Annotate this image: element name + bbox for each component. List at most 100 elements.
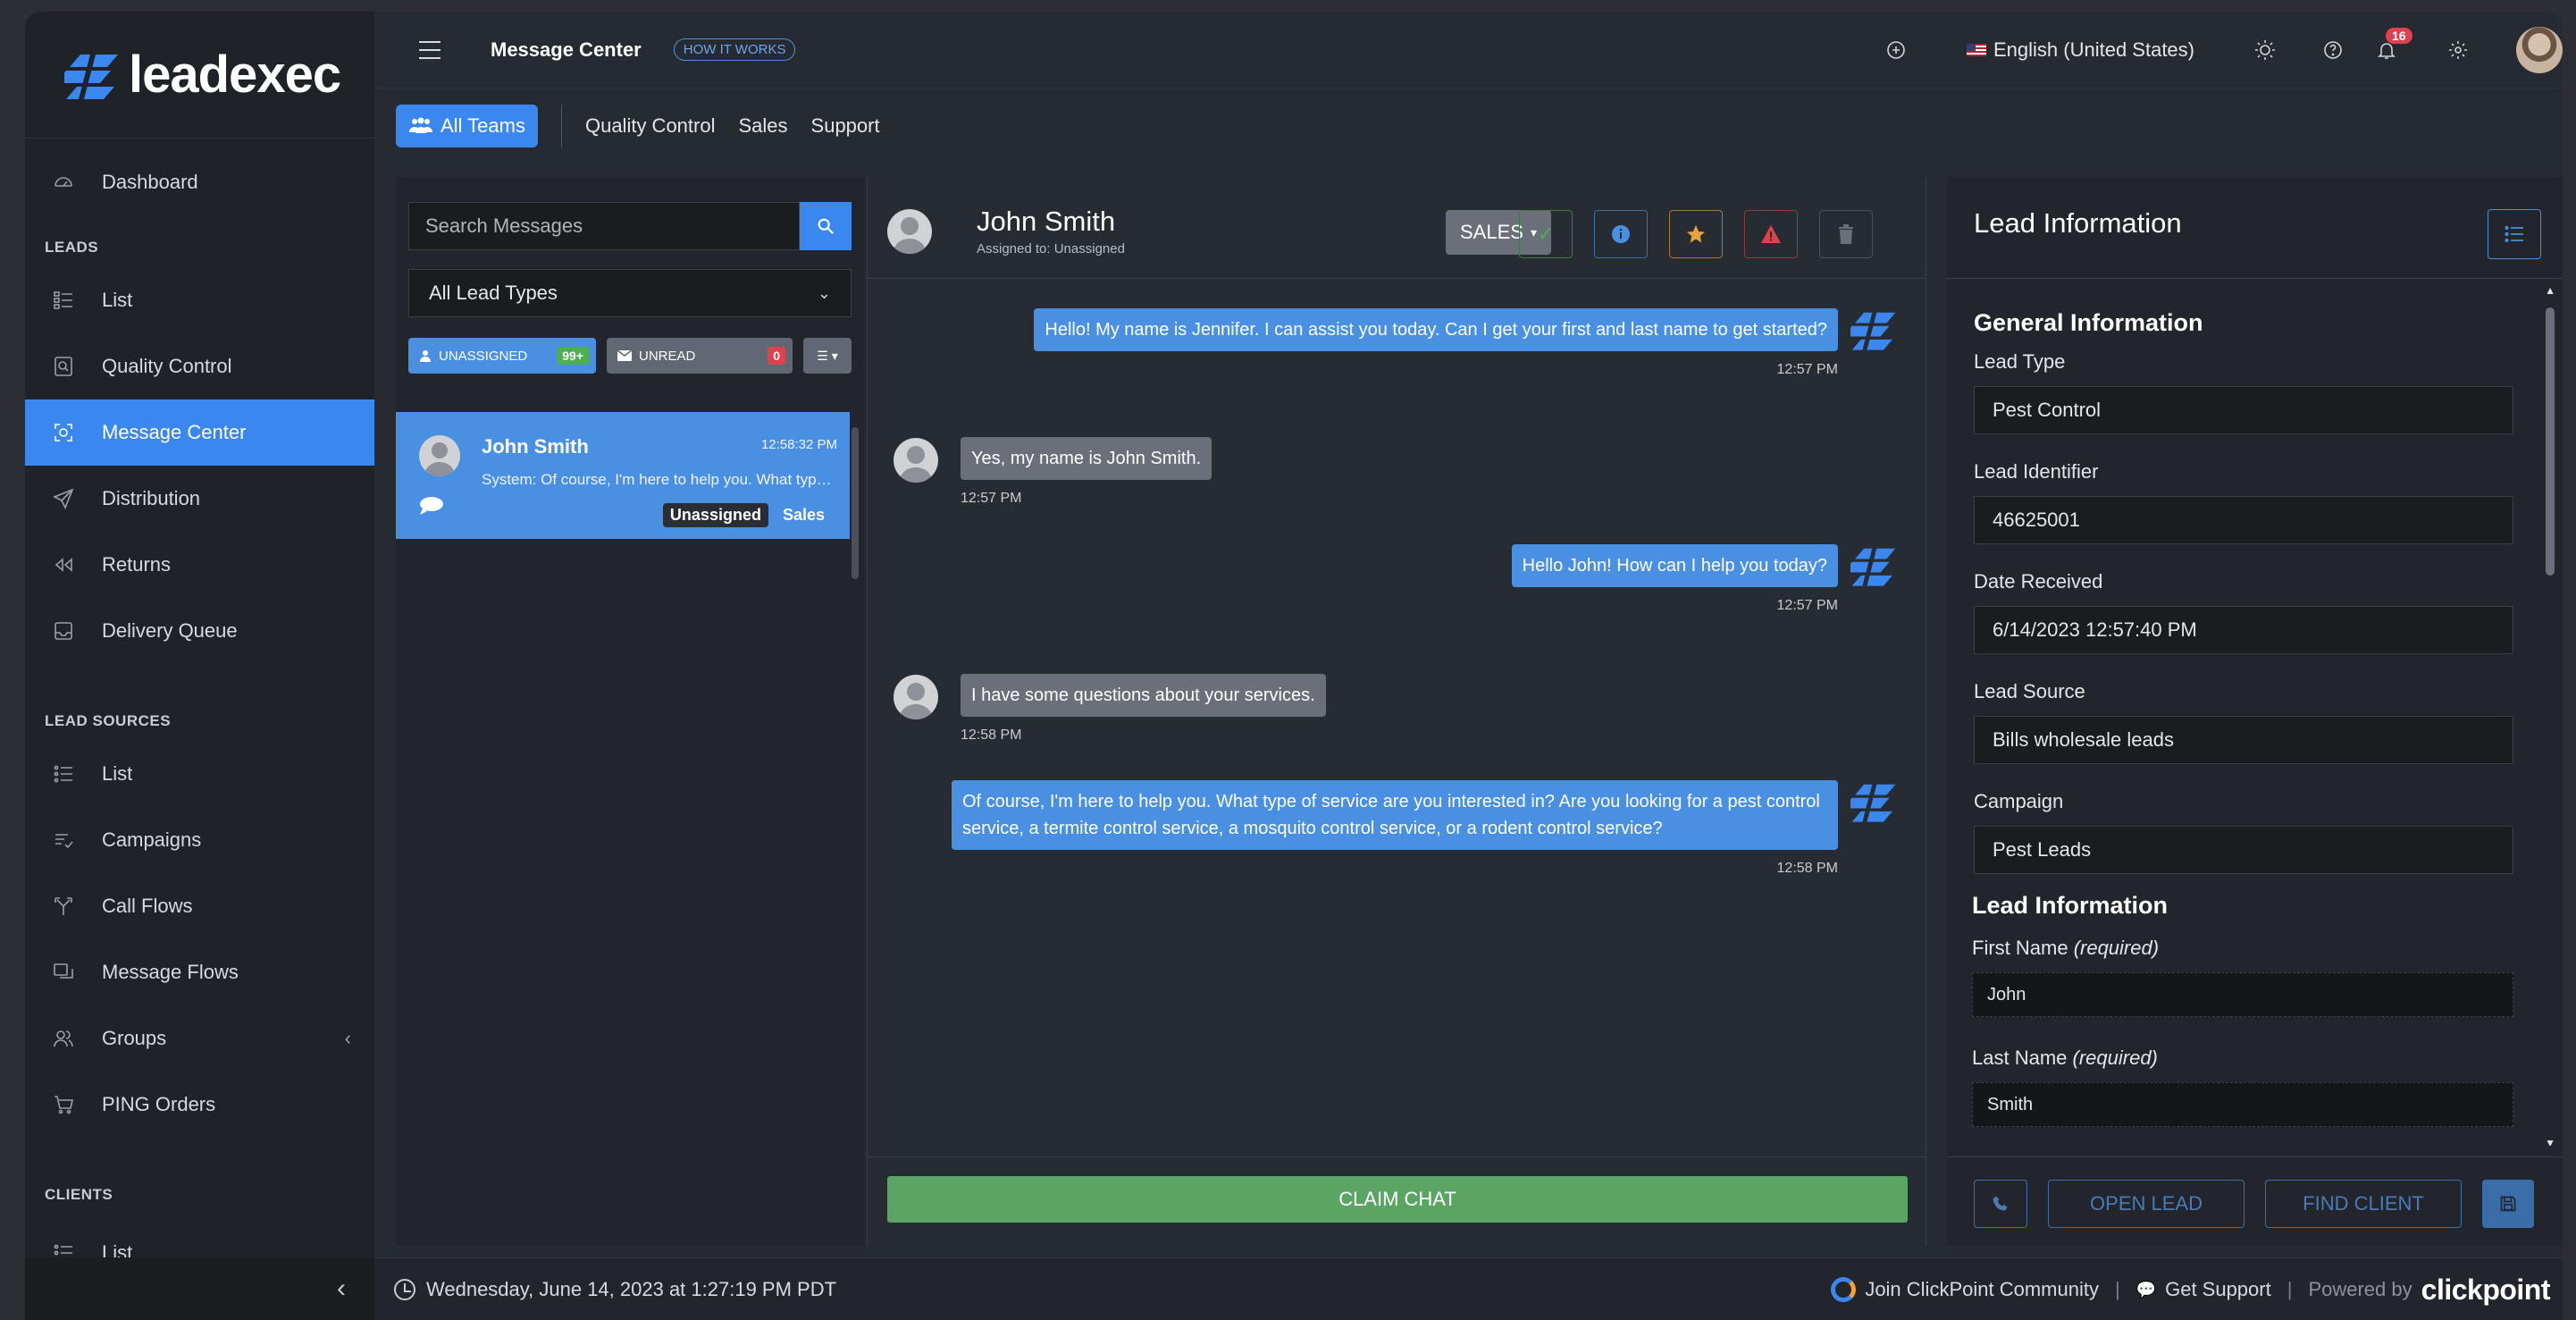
lead-info-footer: OPEN LEAD FIND CLIENT [1947,1156,2563,1246]
tab-quality-control[interactable]: Quality Control [585,114,716,138]
contact-avatar [894,438,938,483]
language-selector[interactable]: English (United States) [1967,38,2194,62]
date-received-field[interactable]: 6/14/2023 12:57:40 PM [1974,606,2513,654]
add-circle-icon[interactable] [1883,37,1909,63]
claim-chat-button[interactable]: CLAIM CHAT [887,1176,1908,1223]
last-name-label: Last Name [1972,1047,2068,1069]
get-support-link[interactable]: Get Support [2165,1278,2271,1301]
send-icon [52,487,75,510]
sidebar-item-label: Dashboard [102,171,198,193]
conversation-item[interactable]: John Smith 12:58:32 PM System: Of course… [396,412,850,539]
community-icon [1831,1277,1857,1302]
lead-details-list-button[interactable] [2488,209,2541,259]
scrollbar-thumb[interactable] [2546,307,2555,576]
star-button[interactable] [1669,210,1723,258]
scroll-up-icon[interactable]: ▲ [2545,284,2555,297]
lead-info-form: General Information Lead Type Pest Contr… [1947,279,2563,1146]
last-name-input[interactable]: Smith [1972,1082,2513,1127]
unassigned-filter-button[interactable]: UNASSIGNED 99+ [408,338,596,374]
user-avatar[interactable] [2516,27,2563,73]
star-icon [1687,225,1705,243]
lead-type-field[interactable]: Pest Control [1974,386,2513,434]
divider [560,105,562,147]
sidebar-item-quality-control[interactable]: Quality Control [25,333,374,399]
sidebar-item-label: Message Flows [102,961,239,983]
conversation-list-scrollbar[interactable] [852,427,859,579]
tab-all-teams[interactable]: All Teams [396,105,538,147]
lead-identifier-field[interactable]: 46625001 [1974,496,2513,544]
status-badge: Unassigned [662,503,768,527]
join-community-link[interactable]: Join ClickPoint Community [1865,1278,2099,1301]
check-icon: ✓ [1537,223,1555,245]
clock-icon [394,1278,415,1300]
lead-type-select[interactable]: All Lead Types ⌄ [408,269,852,317]
field-label: Campaign [1974,790,2064,812]
lead-info-scrollbar[interactable]: ▲ ▼ [2545,284,2557,1146]
quality-control-icon [52,355,75,378]
sidebar-item-call-flows[interactable]: Call Flows [25,873,374,939]
filter-options-dropdown[interactable]: ☰ ▾ [803,338,852,374]
sidebar-item-campaigns[interactable]: Campaigns [25,807,374,873]
sidebar-item-message-flows[interactable]: Message Flows [25,939,374,1005]
sun-icon[interactable] [2252,37,2278,63]
campaign-field[interactable]: Pest Leads [1974,826,2513,874]
sidebar-item-label: Distribution [102,487,201,509]
list-icon [52,762,75,786]
campaigns-icon [52,828,75,852]
unread-filter-button[interactable]: UNREAD 0 [607,338,793,374]
outgoing-message: Of course, I'm here to help you. What ty… [952,780,1838,850]
call-button[interactable] [1974,1180,2027,1228]
info-button[interactable] [1594,210,1648,258]
chevron-left-icon: ‹ [337,1274,346,1303]
team-icon [409,117,432,133]
flag-warning-button[interactable] [1744,210,1798,258]
sidebar-item-sources-list[interactable]: List [25,741,374,807]
sidebar-item-distribution[interactable]: Distribution [25,466,374,532]
save-button[interactable] [2482,1180,2534,1228]
sidebar-item-message-center[interactable]: Message Center [25,399,374,466]
tab-sales[interactable]: Sales [738,114,787,138]
filter-label: UNASSIGNED [439,348,528,364]
resolve-button[interactable]: ✓ [1519,210,1573,258]
sidebar: leadexec Dashboard LEADS List Quality Co… [25,12,374,1320]
help-icon[interactable] [2320,37,2346,63]
language-label: English (United States) [1993,38,2194,61]
sidebar-item-returns[interactable]: Returns [25,532,374,598]
sidebar-item-dashboard[interactable]: Dashboard [25,149,374,215]
brand-logo[interactable]: leadexec [25,12,374,139]
sidebar-item-groups[interactable]: Groups ‹ [25,1005,374,1072]
hamburger-menu-icon[interactable] [419,40,441,59]
search-icon [818,218,835,235]
bell-icon[interactable]: 16 [2373,28,2412,63]
sidebar-item-leads-list[interactable]: List [25,267,374,333]
powered-by-label: Powered by [2308,1278,2412,1300]
collapse-sidebar-button[interactable]: ‹ [25,1257,374,1320]
delete-button[interactable] [1819,210,1873,258]
scroll-down-icon[interactable]: ▼ [2545,1137,2555,1146]
open-lead-button[interactable]: OPEN LEAD [2048,1180,2245,1228]
find-client-button[interactable]: FIND CLIENT [2265,1180,2462,1228]
sidebar-section-title: CLIENTS [45,1186,113,1203]
lead-info-section-title: Lead Information [1972,892,2169,919]
chevron-left-icon[interactable]: ‹ [345,1027,351,1050]
rewind-icon [52,553,75,576]
search-messages-input[interactable] [408,202,800,250]
sliders-icon: ☰ ▾ [817,348,838,363]
conversation-name: John Smith [482,435,589,458]
contact-avatar [887,209,932,254]
filter-label: UNREAD [639,348,696,364]
sidebar-item-ping-orders[interactable]: PING Orders [25,1072,374,1138]
contact-avatar [419,435,460,476]
how-it-works-button[interactable]: HOW IT WORKS [673,38,796,61]
gear-icon[interactable] [2445,37,2471,63]
agent-bot-icon [1850,781,1896,822]
sidebar-item-delivery-queue[interactable]: Delivery Queue [25,598,374,664]
lead-source-field[interactable]: Bills wholesale leads [1974,716,2513,764]
lead-info-panel: Lead Information General Information Lea… [1947,177,2563,1246]
search-button[interactable] [800,202,852,250]
first-name-input[interactable]: John [1972,972,2513,1017]
tab-support[interactable]: Support [811,114,880,138]
unread-count-badge: 0 [768,347,785,365]
clickpoint-logo[interactable]: clickpoint [2421,1274,2551,1307]
call-flows-icon [52,895,75,918]
